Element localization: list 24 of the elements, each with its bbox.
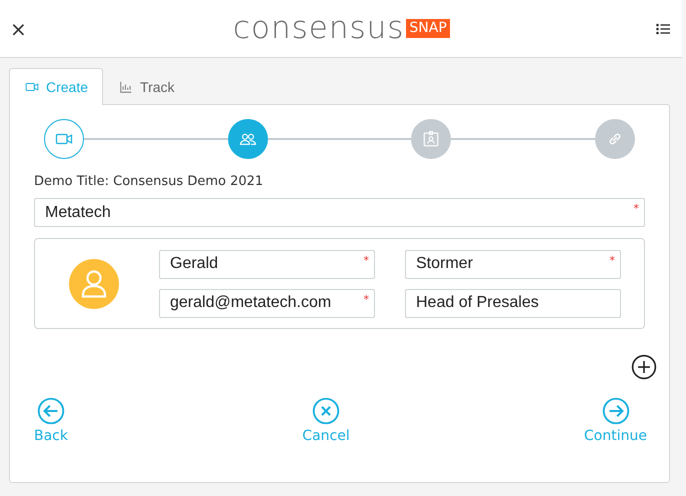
required-mark: * [364, 294, 369, 304]
required-mark: * [364, 254, 369, 266]
avatar-icon [69, 258, 119, 308]
required-mark: * [634, 203, 639, 214]
tab[interactable]: Track [103, 68, 190, 104]
required-mark: * [610, 254, 615, 266]
video-camera-icon [24, 80, 40, 94]
add-button[interactable] [631, 354, 657, 380]
step-indicator[interactable] [44, 119, 84, 159]
arrow-right-icon [602, 397, 630, 425]
close-button[interactable]: × [10, 18, 27, 38]
id-badge-icon [422, 130, 440, 148]
arrow-left-icon [37, 397, 65, 425]
step-indicator[interactable] [595, 119, 636, 159]
logo-text: consensus [232, 13, 404, 44]
step-indicator[interactable] [228, 119, 268, 159]
plus-icon [631, 354, 657, 380]
input-field[interactable]: Head of Presales [405, 288, 621, 318]
menu-icon[interactable] [656, 22, 670, 34]
logo-badge: SNAP [406, 19, 450, 38]
bar-chart-icon [118, 80, 134, 94]
demo-title: Demo Title: Consensus Demo 2021 [34, 174, 264, 189]
step-indicator[interactable] [411, 119, 452, 159]
x-icon [312, 397, 340, 425]
